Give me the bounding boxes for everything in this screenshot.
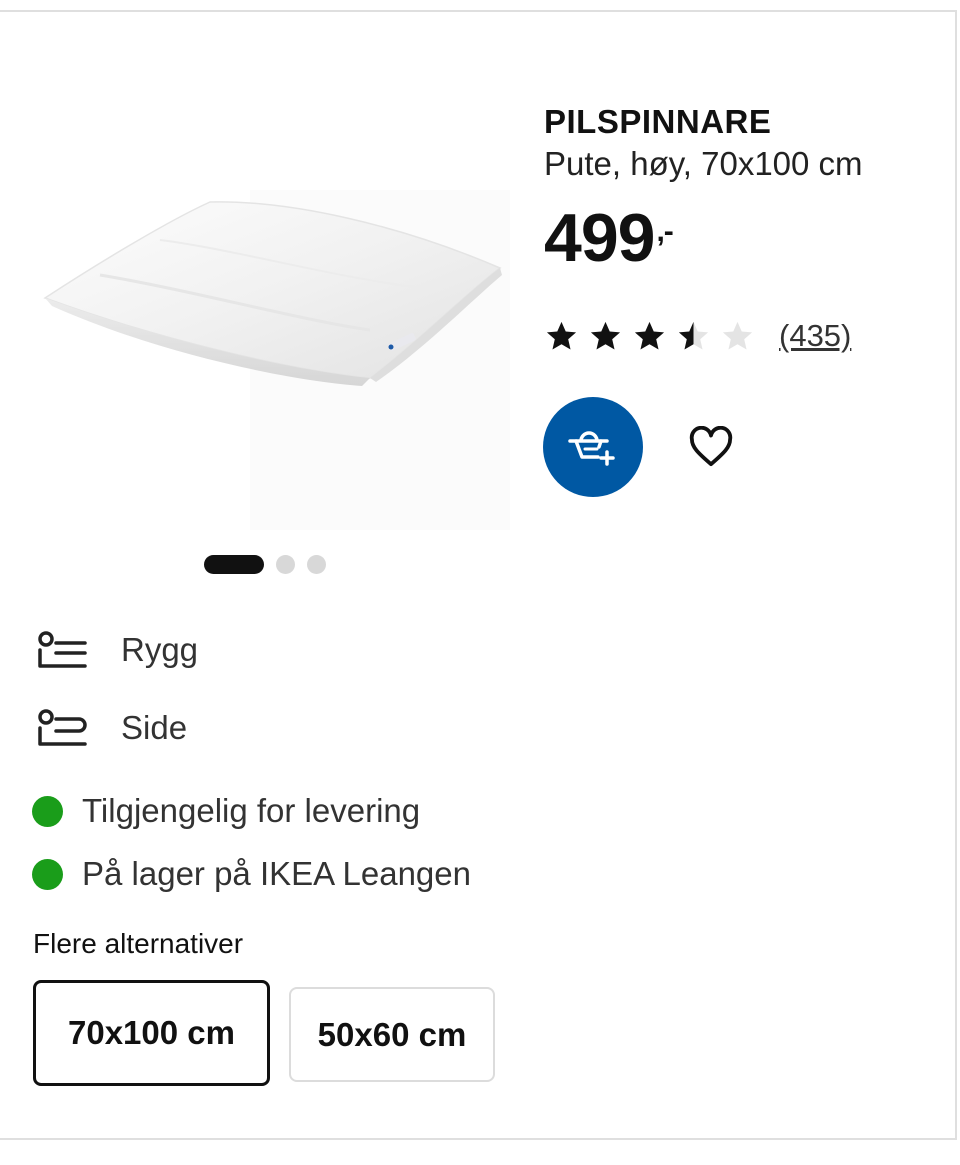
product-image[interactable] [40,180,510,530]
product-description: Pute, høy, 70x100 cm [544,145,863,182]
availability-store[interactable]: På lager på IKEA Leangen [32,855,471,893]
star-half-icon [678,321,709,349]
basket-add-icon [568,431,615,466]
side-sleeper-icon [38,709,87,746]
status-dot-icon [32,858,63,890]
carousel-dot-2[interactable] [276,555,295,574]
sleep-position-side: Side [35,706,187,750]
pillow-image [43,190,510,530]
carousel-dot-3[interactable] [307,555,326,574]
image-carousel-dots[interactable] [204,555,326,574]
sleep-position-label: Rygg [121,631,199,668]
sleep-position-back: Rygg [35,628,198,672]
price-value: 499 [544,200,655,276]
review-count-link[interactable]: (435) [779,318,851,353]
price-suffix: ,- [656,215,673,248]
availability-label[interactable]: På lager på IKEA Leangen [82,855,471,893]
rating[interactable]: (435) [544,318,851,354]
product-name[interactable]: PILSPINNARE [544,100,944,144]
favourite-button[interactable] [684,420,738,474]
star-empty-icon [722,321,753,349]
star-full-icon [590,321,621,349]
back-sleeper-icon [38,631,87,668]
size-option-70x100[interactable]: 70x100 cm [33,980,270,1086]
star-full-icon [546,321,577,349]
add-to-cart-button[interactable] [543,397,643,497]
status-dot-icon [32,795,63,827]
sleep-position-label: Side [121,709,188,746]
carousel-dot-1[interactable] [204,555,264,574]
rating-stars [544,319,755,354]
availability-label: Tilgjengelig for levering [82,792,421,829]
product-info: PILSPINNARE Pute, høy, 70x100 cm 499,- [544,100,944,278]
review-count[interactable]: (435) [779,318,851,354]
size-option-50x60[interactable]: 50x60 cm [289,987,495,1082]
star-full-icon [634,321,665,349]
availability-delivery: Tilgjengelig for levering [32,792,420,830]
heart-icon [689,426,733,467]
more-options-heading: Flere alternativer [33,928,244,959]
product-price: 499,- [544,198,944,278]
